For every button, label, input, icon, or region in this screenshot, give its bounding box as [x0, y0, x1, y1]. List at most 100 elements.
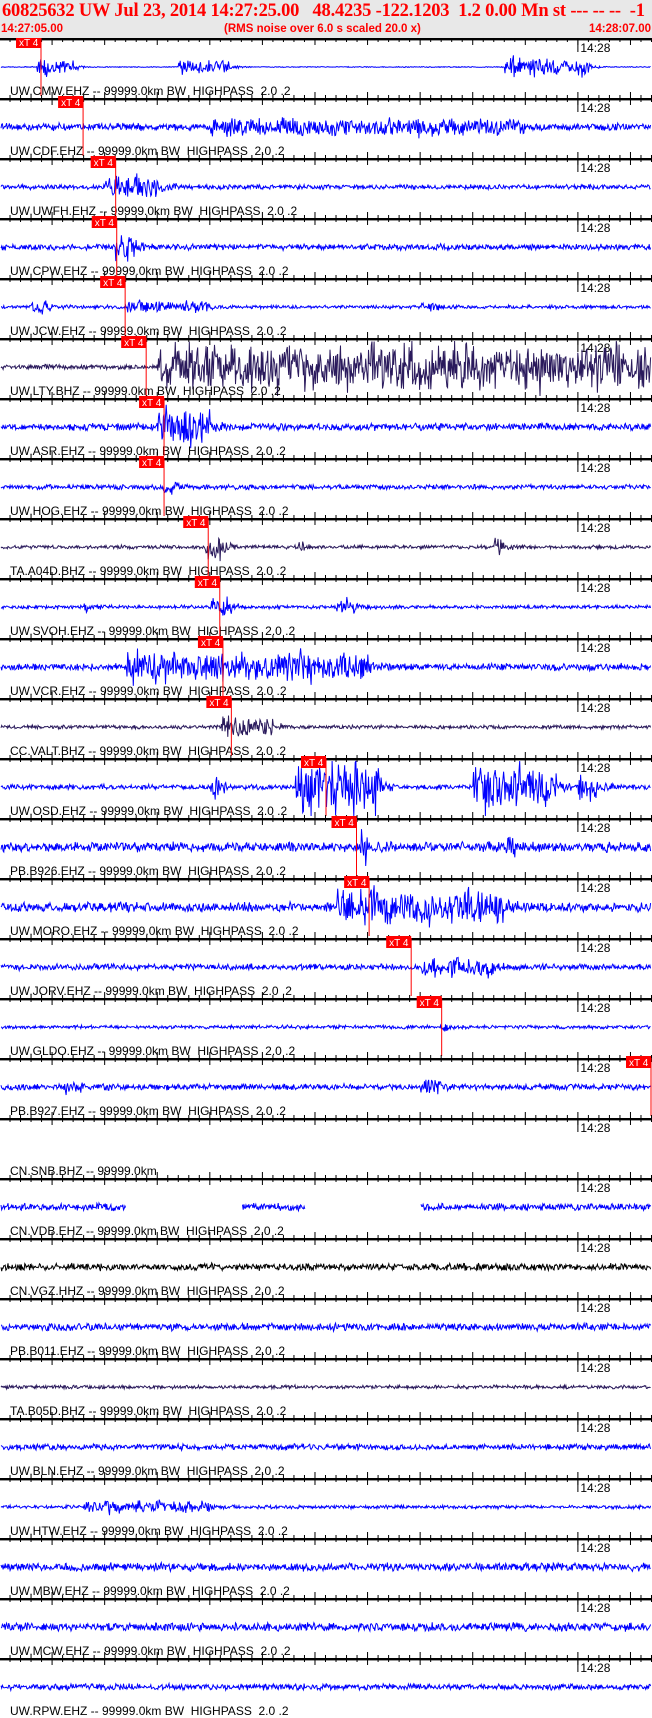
pick-label: xT 4: [347, 878, 367, 889]
waveform: [0, 404, 652, 449]
waveform: [0, 885, 652, 928]
trace-label: UW.VCR.EHZ -- 99999.0km BW HIGHPASS 2.0 …: [10, 684, 287, 698]
waveform: [0, 117, 652, 139]
trace-panel: 14:28 UW.VCR.EHZ -- 99999.0km BW HIGHPASS…: [0, 632, 652, 698]
waveform: [0, 1201, 127, 1213]
minute-label: 14:28: [580, 161, 610, 175]
trace-panel: 14:28 UW.ASR.EHZ -- 99999.0km BW HIGHPASS…: [0, 392, 652, 458]
minute-label: 14:28: [580, 1541, 610, 1555]
pick-label: xT 4: [94, 158, 114, 169]
waveform: [0, 1441, 652, 1453]
trace-label: PB.B926.EHZ -- 99999.0km BW HIGHPASS 2.0…: [10, 864, 286, 878]
waveform: [0, 173, 651, 198]
trace-panel: 14:28 UW.BLN.EHZ -- 99999.0km BW HIGHPASS…: [0, 1412, 652, 1478]
end-time: 14:28:07.00: [588, 23, 651, 35]
trace-panel: 14:28 UW.UWFH.EHZ -- 99999.0km BW HIGHPAS…: [0, 152, 652, 218]
waveform: [0, 1681, 652, 1693]
pick-label: xT 4: [304, 758, 324, 769]
minute-label: 14:28: [580, 941, 610, 955]
minute-label: 14:28: [580, 221, 610, 235]
minute-label: 14:28: [580, 41, 610, 55]
trace-panel: 14:28 UW.CDF.EHZ -- 99999.0km BW HIGHPASS…: [0, 92, 652, 158]
trace-label: UW.ASR.EHZ -- 99999.0km BW HIGHPASS 2.0 …: [10, 444, 286, 458]
waveform: [1, 299, 651, 315]
trace-label: CN.VGZ.HHZ -- 99999.0km BW HIGHPASS 2.0 …: [10, 1284, 285, 1298]
scaling-note: (RMS noise over 6.0 s scaled 20.0 x): [224, 23, 421, 35]
waveform: [0, 1321, 652, 1334]
trace-label: UW.LTY.BHZ -- 99999.0km BW HIGHPASS 2.0 …: [10, 384, 281, 398]
trace-panel: 14:28 TA.B05D.BHZ -- 99999.0km BW HIGHPAS…: [0, 1352, 652, 1418]
trace-panel: 14:28CN.SNB.BHZ -- 99999.0km: [0, 1112, 652, 1178]
trace-panel: 14:28 UW.RPW.EHZ -- 99999.0km BW HIGHPASS…: [0, 1652, 652, 1718]
waveform: [0, 1023, 651, 1032]
waveform: [0, 1620, 652, 1633]
trace-panel: 14:28UW.JORV.EHZ -- 99999.0km BW HIGHPAS…: [0, 932, 652, 998]
minute-label: 14:28: [580, 581, 610, 595]
minute-label: 14:28: [580, 1061, 610, 1075]
trace-label: UW.RPW.EHZ -- 99999.0km BW HIGHPASS 2.0 …: [10, 1704, 289, 1718]
trace-label: UW.CDF.EHZ -- 99999.0km BW HIGHPASS 2.0 …: [10, 144, 285, 158]
event-header: 60825632 UW Jul 23, 2014 14:27:25.00 48.…: [0, 0, 652, 38]
trace-label: UW.BLN.EHZ -- 99999.0km BW HIGHPASS 2.0 …: [10, 1464, 285, 1478]
trace-panel: 14:28UW.HTW.EHZ -- 99999.0km BW HIGHPASS…: [0, 1472, 652, 1538]
waveform: [0, 596, 652, 616]
minute-label: 14:28: [580, 1361, 610, 1375]
pick-label: xT 4: [209, 698, 229, 709]
trace-label: PB.B011.EHZ -- 99999.0km BW HIGHPASS 2.0…: [10, 1344, 285, 1358]
minute-label: 14:28: [580, 461, 610, 475]
minute-label: 14:28: [580, 761, 610, 775]
minute-label: 14:28: [580, 701, 610, 715]
pick-label: xT 4: [61, 98, 81, 109]
pick-label: xT 4: [124, 338, 144, 349]
trace-panel: 14:28 PB.B926.EHZ -- 99999.0km BW HIGHPAS…: [0, 812, 652, 878]
trace-panel: 14:28UW.CMW.EHZ -- 99999.0km BW HIGHPASS…: [0, 38, 652, 98]
trace-panel: 14:28UW.OSD.EHZ -- 99999.0km BW HIGHPASS…: [0, 752, 652, 818]
trace-panel: 14:28 PB.B011.EHZ -- 99999.0km BW HIGHPAS…: [0, 1292, 652, 1358]
waveform: [0, 715, 652, 737]
pick-label: xT 4: [201, 638, 221, 649]
waveform: [0, 481, 651, 495]
trace-panel: 14:28UW.MCW.EHZ -- 99999.0km BW HIGHPASS…: [0, 1592, 652, 1658]
waveform: [0, 235, 652, 262]
minute-label: 14:28: [580, 1421, 610, 1435]
minute-label: 14:28: [580, 101, 610, 115]
minute-label: 14:28: [580, 881, 610, 895]
trace-label: UW.UWFH.EHZ -- 99999.0km BW HIGHPASS 2.0…: [10, 204, 297, 218]
trace-panel: 14:28 PB.B927.EHZ -- 99999.0km BW HIGHPAS…: [0, 1052, 652, 1118]
minute-label: 14:28: [580, 1181, 610, 1195]
trace-panel: 14:28 CC.VALT.BHZ -- 99999.0km BW HIGHPAS…: [0, 692, 652, 758]
waveform: [420, 1202, 652, 1213]
pick-label: xT 4: [629, 1058, 649, 1069]
minute-label: 14:28: [580, 641, 610, 655]
minute-label: 14:28: [580, 281, 610, 295]
waveform: [0, 1499, 652, 1516]
waveform: [0, 1560, 651, 1574]
trace-panel: 14:28 UW.GLDO.EHZ -- 99999.0km BW HIGHPAS…: [0, 992, 652, 1058]
minute-label: 14:28: [580, 1241, 610, 1255]
trace-panel: 14:28 UW.SVOH.EHZ -- 99999.0km BW HIGHPAS…: [0, 572, 652, 638]
minute-label: 14:28: [580, 1301, 610, 1315]
trace-panel: 14:28 CN.VGZ.HHZ -- 99999.0km BW HIGHPASS…: [0, 1232, 652, 1298]
waveform: [0, 536, 652, 562]
minute-label: 14:28: [580, 821, 610, 835]
pick-label: xT 4: [334, 818, 354, 829]
minute-label: 14:28: [580, 1121, 610, 1135]
trace-label: UW.SVOH.EHZ -- 99999.0km BW HIGHPASS 2.0…: [10, 624, 296, 638]
pick-label: xT 4: [103, 278, 123, 289]
minute-label: 14:28: [580, 1601, 610, 1615]
trace-panel: 14:28UW.HOG.EHZ -- 99999.0km BW HIGHPASS…: [0, 452, 652, 518]
waveform: [0, 55, 651, 78]
trace-panel: 14:28UW.CPW.EHZ -- 99999.0km BW HIGHPASS…: [0, 212, 652, 278]
pick-label: xT 4: [19, 38, 39, 49]
trace-label: PB.B927.EHZ -- 99999.0km BW HIGHPASS 2.0…: [10, 1104, 286, 1118]
minute-label: 14:28: [580, 401, 610, 415]
waveform: [0, 956, 652, 979]
pick-label: xT 4: [389, 938, 409, 949]
waveform: [0, 1261, 652, 1273]
trace-panel: 14:28 UW.MORO.EHZ -- 99999.0km BW HIGHPAS…: [0, 872, 652, 938]
trace-label: UW.JCW.EHZ -- 99999.0km BW HIGHPASS 2.0 …: [10, 324, 287, 338]
trace-label: CC.VALT.BHZ -- 99999.0km BW HIGHPASS 2.0…: [10, 744, 286, 758]
trace-panel: 14:28 TA.A04D.BHZ -- 99999.0km BW HIGHPAS…: [0, 512, 652, 578]
pick-label: xT 4: [95, 218, 115, 229]
pick-label: xT 4: [142, 458, 162, 469]
